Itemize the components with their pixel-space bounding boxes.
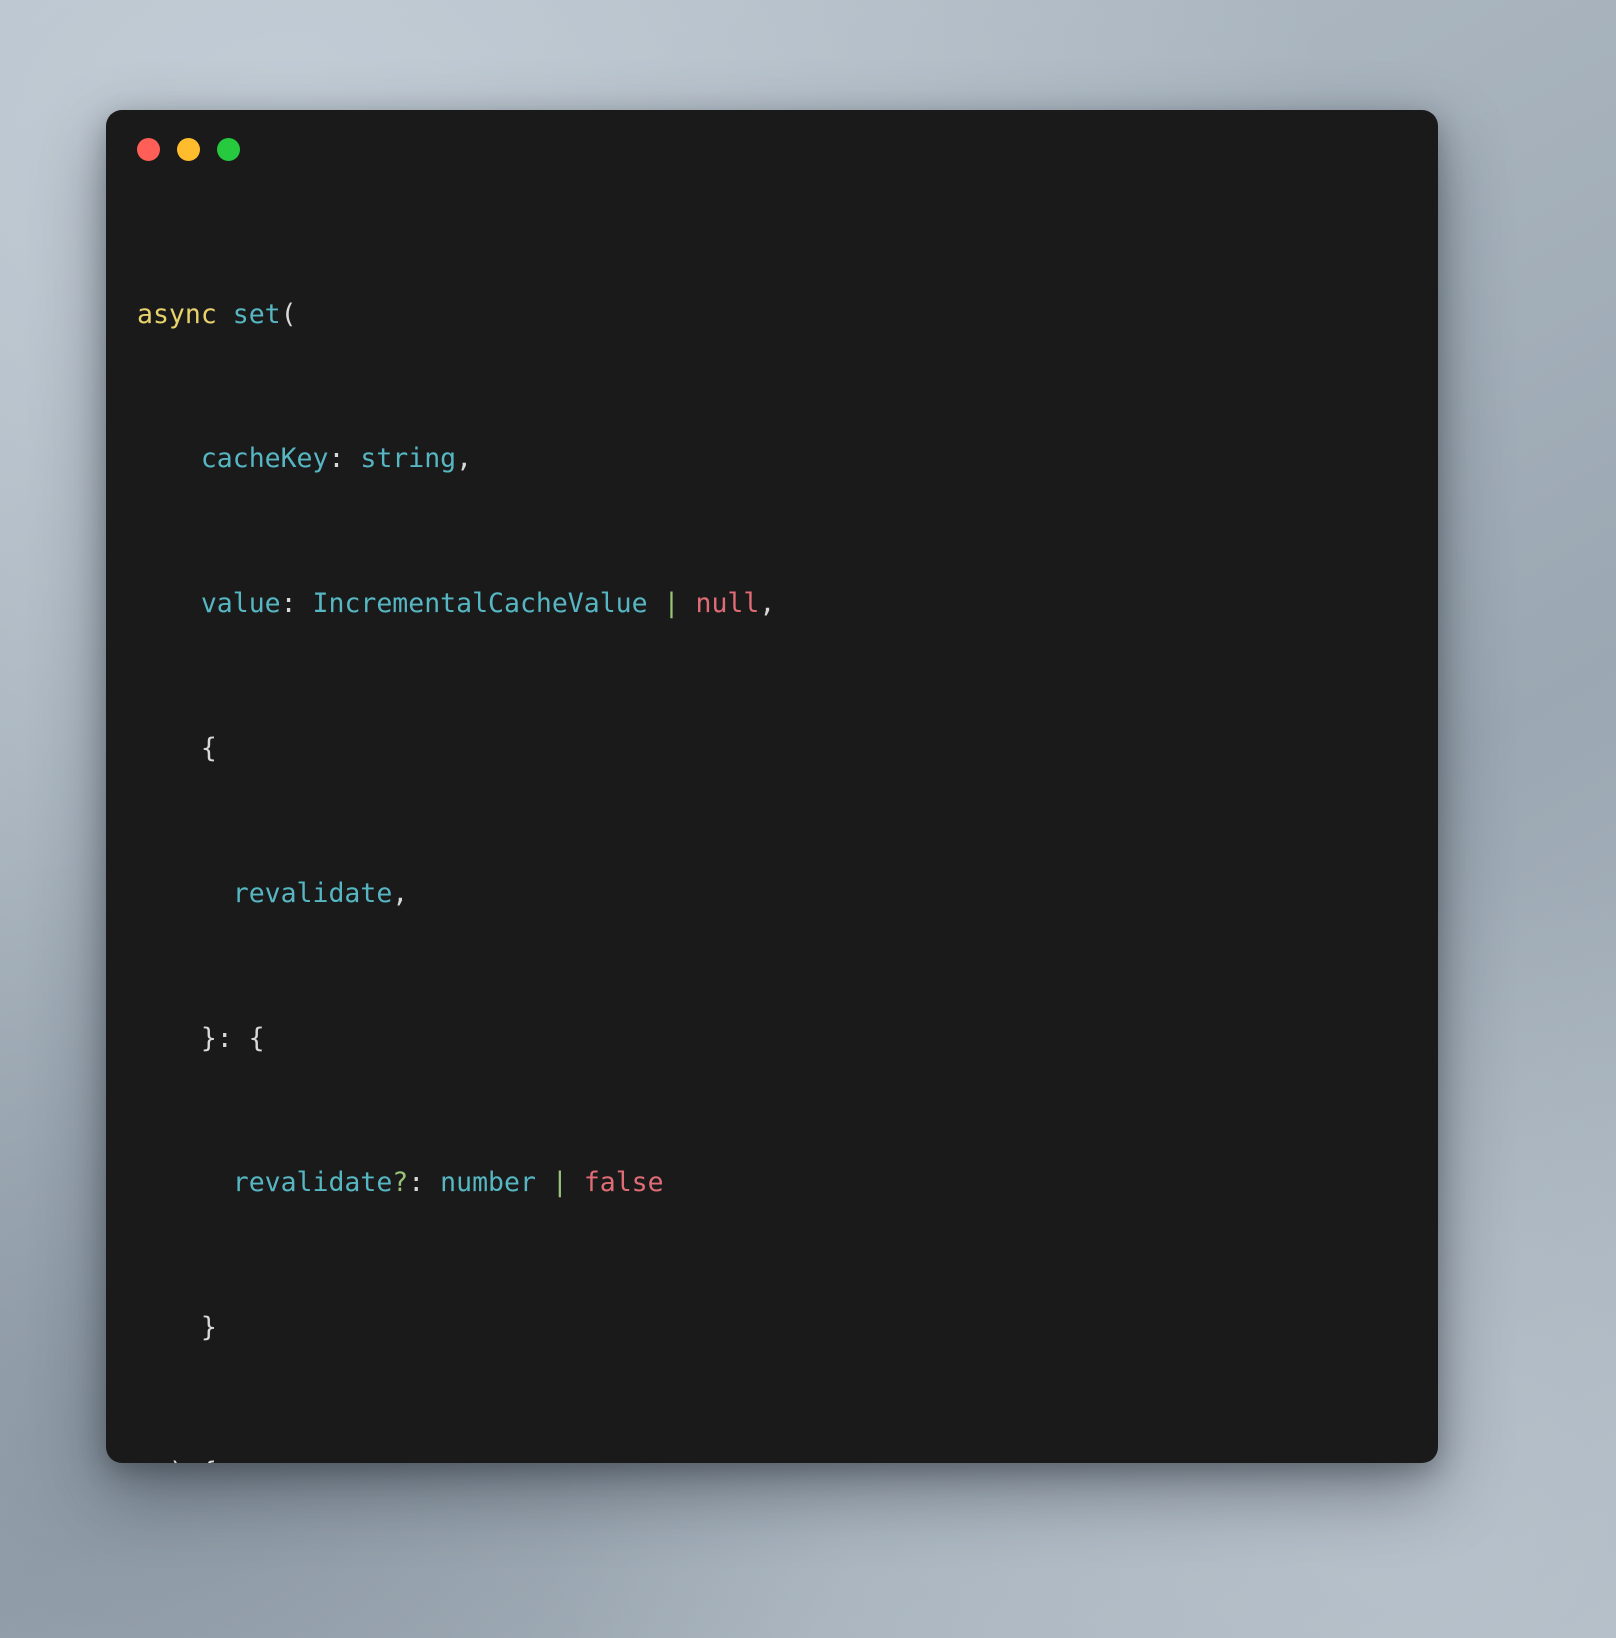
code-line: } xyxy=(137,1312,217,1344)
close-button-icon[interactable] xyxy=(137,137,160,161)
minimize-button-icon[interactable] xyxy=(177,137,200,161)
code-window: async set( cacheKey: string, value: Incr… xyxy=(106,110,1438,1463)
code-line: }: { xyxy=(137,1022,265,1054)
code-block[interactable]: async set( cacheKey: string, value: Incr… xyxy=(106,188,1438,1463)
window-titlebar xyxy=(106,110,1438,188)
code-line: cacheKey: string, xyxy=(200,443,473,475)
code-line: { xyxy=(137,733,217,764)
code-line: async set( xyxy=(137,298,297,330)
code-line: revalidate?: number | false xyxy=(232,1167,664,1199)
code-line: ) { xyxy=(137,1455,1404,1463)
code-line: revalidate, xyxy=(232,877,409,909)
maximize-button-icon[interactable] xyxy=(217,137,240,161)
code-line: value: IncrementalCacheValue | null, xyxy=(200,588,776,620)
